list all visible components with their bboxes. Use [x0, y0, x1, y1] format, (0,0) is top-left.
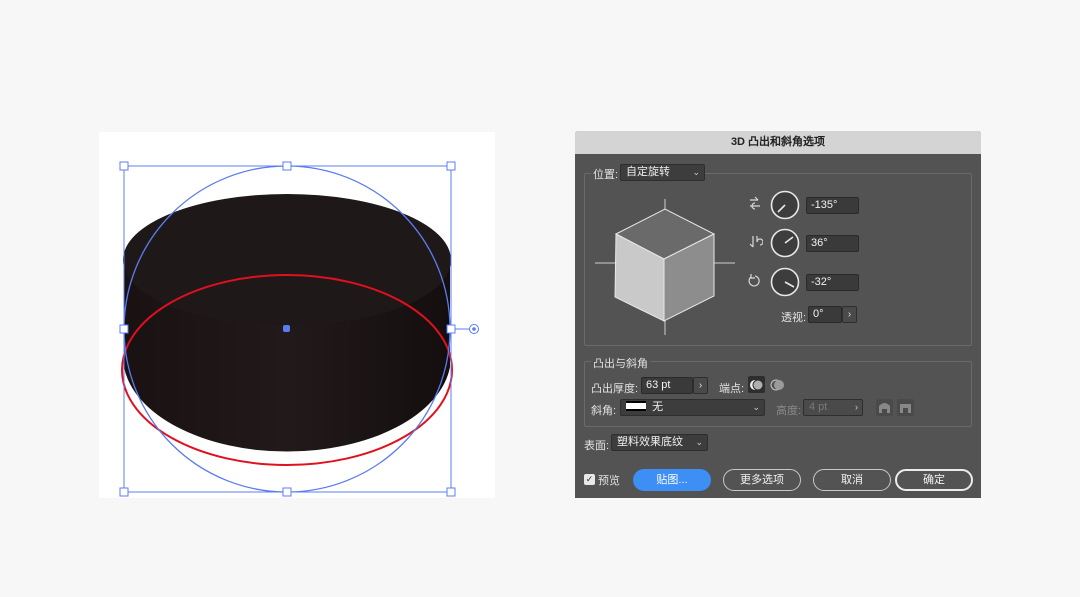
y-rotation-dial[interactable]: [770, 228, 800, 258]
x-rotation-dial[interactable]: [770, 190, 800, 220]
bevel-out-icon: [876, 399, 893, 416]
extrude-depth-field[interactable]: 63 pt: [641, 377, 693, 394]
preview-label: 预览: [598, 475, 620, 487]
bevel-select[interactable]: 无 ⌄: [620, 399, 765, 416]
x-axis-icon: [750, 196, 760, 210]
cap-on-icon[interactable]: [748, 376, 765, 393]
z-rotation-dial[interactable]: [770, 267, 800, 297]
cap-off-icon[interactable]: [769, 376, 786, 393]
y-rotation-field[interactable]: 36°: [806, 235, 859, 252]
center-point: [283, 325, 290, 332]
ok-button[interactable]: 确定: [895, 469, 973, 491]
artboard[interactable]: [99, 132, 495, 498]
z-rotation-field[interactable]: -32°: [806, 274, 859, 291]
position-preset-value: 自定旋转: [626, 166, 670, 178]
cap-label: 端点:: [719, 383, 745, 395]
chevron-right-icon: ›: [855, 402, 858, 412]
bevel-height-value: 4 pt: [809, 401, 828, 413]
bevel-in-icon: [897, 399, 914, 416]
bevel-height-label: 高度:: [776, 405, 802, 417]
artwork-svg: [119, 161, 479, 497]
extrude-depth-label: 凸出厚度:: [591, 383, 639, 395]
z-axis-icon: [748, 274, 760, 287]
perspective-field[interactable]: 0°: [808, 306, 842, 323]
handle-bottom-left: [119, 487, 129, 497]
handle-top-right: [446, 161, 456, 171]
cancel-button[interactable]: 取消: [813, 469, 891, 491]
handle-middle-right: [446, 324, 456, 334]
position-label: 位置:: [591, 166, 621, 182]
surface-value: 塑料效果底纹: [617, 436, 683, 448]
x-rotation-field[interactable]: -135°: [806, 197, 859, 214]
surface-label: 表面:: [584, 440, 610, 452]
extrude-bevel-section-title: 凸出与斜角: [591, 355, 650, 371]
rotation-cube-preview[interactable]: [593, 193, 738, 338]
map-art-button[interactable]: 贴图...: [633, 469, 711, 491]
handle-top-center: [282, 161, 292, 171]
handle-middle-left: [119, 324, 129, 334]
y-axis-icon: [749, 236, 763, 248]
handle-top-left: [119, 161, 129, 171]
extrude-bevel-dialog: 3D 凸出和斜角选项 位置: 自定旋转 ⌄ -135° 36° -32° 透视:…: [575, 131, 981, 498]
chevron-down-icon: ⌄: [692, 167, 700, 177]
dialog-title: 3D 凸出和斜角选项: [575, 131, 981, 154]
preview-checkbox[interactable]: ✓: [584, 474, 595, 485]
perspective-slider-button[interactable]: ›: [842, 306, 857, 323]
surface-select[interactable]: 塑料效果底纹 ⌄: [611, 434, 708, 451]
chevron-down-icon: ⌄: [695, 437, 703, 447]
handle-bottom-center: [282, 487, 292, 497]
bevel-label: 斜角:: [591, 405, 617, 417]
chevron-down-icon: ⌄: [752, 402, 760, 412]
handle-bottom-right: [446, 487, 456, 497]
bevel-height-field: 4 pt ›: [803, 399, 863, 416]
more-options-button[interactable]: 更多选项: [723, 469, 801, 491]
bevel-value: 无: [652, 401, 664, 413]
perspective-label: 透视:: [781, 312, 807, 324]
extrude-depth-slider-button[interactable]: ›: [693, 377, 708, 394]
bevel-swatch-icon: [626, 401, 646, 411]
position-preset-select[interactable]: 自定旋转 ⌄: [620, 164, 705, 181]
